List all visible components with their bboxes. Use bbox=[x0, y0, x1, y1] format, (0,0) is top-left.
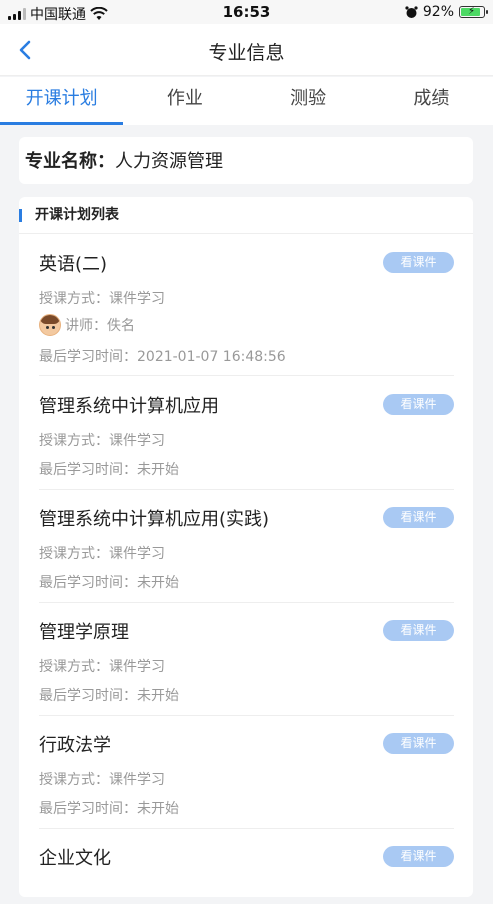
view-courseware-button[interactable]: 看课件 bbox=[383, 394, 454, 415]
teacher-avatar-icon bbox=[39, 314, 61, 336]
tab-course-plan[interactable]: 开课计划 bbox=[0, 77, 124, 125]
course-method: 授课方式：课件学习 bbox=[39, 546, 165, 562]
course-last-study: 最后学习时间：未开始 bbox=[39, 462, 179, 478]
view-courseware-button[interactable]: 看课件 bbox=[383, 507, 454, 528]
course-name: 管理学原理 bbox=[39, 622, 129, 643]
course-teacher: 讲师：佚名 bbox=[39, 314, 135, 336]
alarm-icon bbox=[405, 5, 418, 18]
tab-bar: 开课计划 作业 测验 成绩 bbox=[0, 77, 493, 125]
list-header: 开课计划列表 bbox=[19, 197, 473, 234]
course-list-card: 开课计划列表 英语(二) 看课件 授课方式：课件学习 讲师：佚名 最后学习时间：… bbox=[19, 197, 473, 897]
nav-bar: 专业信息 bbox=[0, 24, 493, 76]
major-value: 人力资源管理 bbox=[115, 151, 223, 172]
view-courseware-button[interactable]: 看课件 bbox=[383, 733, 454, 754]
list-item[interactable]: 企业文化 看课件 bbox=[39, 844, 454, 904]
page-title: 专业信息 bbox=[208, 42, 285, 64]
list-title: 开课计划列表 bbox=[35, 207, 119, 223]
tab-homework[interactable]: 作业 bbox=[123, 77, 246, 125]
tab-quiz[interactable]: 测验 bbox=[247, 77, 370, 125]
course-name: 英语(二) bbox=[39, 254, 108, 275]
header-accent-bar bbox=[19, 209, 22, 222]
battery-percent: 92% bbox=[422, 4, 454, 20]
course-name: 行政法学 bbox=[39, 735, 111, 756]
list-item[interactable]: 管理系统中计算机应用(实践) 看课件 授课方式：课件学习 最后学习时间：未开始 bbox=[39, 505, 454, 603]
course-name: 管理系统中计算机应用(实践) bbox=[39, 509, 270, 530]
course-method: 授课方式：课件学习 bbox=[39, 291, 165, 307]
list-item[interactable]: 管理学原理 看课件 授课方式：课件学习 最后学习时间：未开始 bbox=[39, 618, 454, 716]
course-last-study: 最后学习时间：未开始 bbox=[39, 575, 179, 591]
major-label: 专业名称： bbox=[25, 151, 115, 172]
view-courseware-button[interactable]: 看课件 bbox=[383, 846, 454, 867]
battery-icon: ⚡ bbox=[459, 6, 488, 18]
view-courseware-button[interactable]: 看课件 bbox=[383, 252, 454, 273]
teacher-name: 讲师：佚名 bbox=[65, 318, 135, 334]
status-right: 92% ⚡ bbox=[405, 4, 488, 20]
list-item[interactable]: 英语(二) 看课件 授课方式：课件学习 讲师：佚名 最后学习时间：2021-01… bbox=[39, 250, 454, 376]
list-item[interactable]: 管理系统中计算机应用 看课件 授课方式：课件学习 最后学习时间：未开始 bbox=[39, 392, 454, 490]
view-courseware-button[interactable]: 看课件 bbox=[383, 620, 454, 641]
course-name: 管理系统中计算机应用 bbox=[39, 396, 219, 417]
major-card: 专业名称：人力资源管理 bbox=[19, 137, 473, 184]
tab-grades[interactable]: 成绩 bbox=[370, 77, 493, 125]
course-last-study: 最后学习时间：未开始 bbox=[39, 801, 179, 817]
status-bar: 中国联通 16:53 92% ⚡ bbox=[0, 0, 493, 24]
course-name: 企业文化 bbox=[39, 848, 111, 869]
list-item[interactable]: 行政法学 看课件 授课方式：课件学习 最后学习时间：未开始 bbox=[39, 731, 454, 829]
course-last-study: 最后学习时间：未开始 bbox=[39, 688, 179, 704]
course-method: 授课方式：课件学习 bbox=[39, 772, 165, 788]
course-method: 授课方式：课件学习 bbox=[39, 659, 165, 675]
course-last-study: 最后学习时间：2021-01-07 16:48:56 bbox=[39, 349, 286, 365]
course-method: 授课方式：课件学习 bbox=[39, 433, 165, 449]
